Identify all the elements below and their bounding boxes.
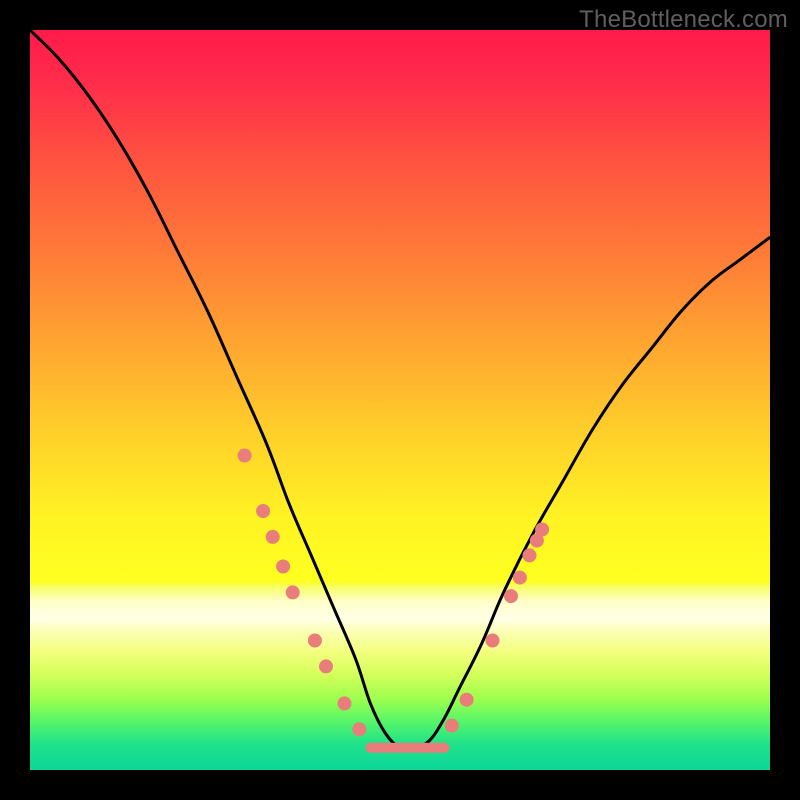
gradient-background (30, 30, 770, 770)
watermark-text: TheBottleneck.com (579, 6, 788, 34)
bottleneck-curve (30, 30, 770, 770)
plot-area (30, 30, 770, 770)
chart-stage: TheBottleneck.com (0, 0, 800, 800)
